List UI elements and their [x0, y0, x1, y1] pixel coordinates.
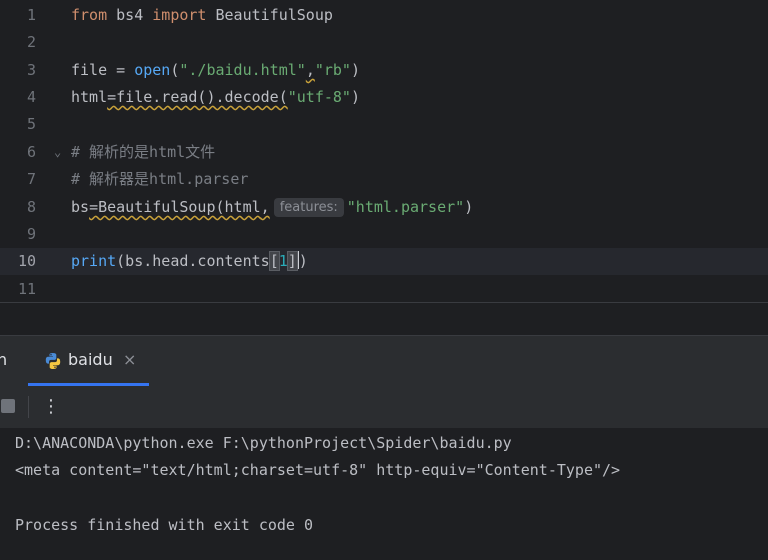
code-text[interactable]: print(bs.head.contents[1]): [71, 248, 308, 275]
code-text[interactable]: from bs4 import BeautifulSoup: [71, 2, 333, 29]
line-number: 7: [26, 170, 36, 188]
line-number: 11: [17, 280, 36, 298]
more-options-button[interactable]: ⋮: [42, 393, 60, 421]
line-number: 8: [26, 198, 36, 216]
code-line-8[interactable]: 8 bs=BeautifulSoup(html, features: "html.p…: [0, 194, 768, 221]
code-line-4[interactable]: 4 html=file.read().decode("utf-8"): [0, 84, 768, 111]
line-number: 4: [26, 88, 36, 106]
code-line-10[interactable]: 10 print(bs.head.contents[1]): [0, 248, 768, 275]
code-text[interactable]: html=file.read().decode("utf-8"): [71, 84, 360, 111]
line-number: 3: [26, 61, 36, 79]
code-line-7[interactable]: 7 # 解析器是html.parser: [0, 166, 768, 193]
code-comment[interactable]: # 解析的是html文件: [71, 139, 215, 166]
toolbar-separator: [28, 396, 29, 418]
console-line: D:\ANACONDA\python.exe F:\pythonProject\…: [15, 434, 512, 452]
tab-label: baidu: [68, 350, 113, 369]
fold-chevron-icon[interactable]: ⌄: [54, 139, 61, 166]
python-icon: [45, 353, 61, 369]
code-line-6[interactable]: 6 ⌄ # 解析的是html文件: [0, 139, 768, 166]
console-output[interactable]: D:\ANACONDA\python.exe F:\pythonProject\…: [0, 428, 768, 560]
code-line-5[interactable]: 5: [0, 111, 768, 138]
console-line: <meta content="text/html;charset=utf-8" …: [15, 461, 621, 479]
stop-button[interactable]: [1, 399, 15, 413]
line-number: 9: [26, 225, 36, 243]
code-text[interactable]: file = open("./baidu.html","rb"): [71, 57, 360, 84]
tab-partial[interactable]: n: [0, 350, 7, 369]
code-editor[interactable]: 1 from bs4 import BeautifulSoup 2 3 file…: [0, 0, 768, 302]
code-line-9[interactable]: 9: [0, 221, 768, 248]
run-toolbar: ⋮: [0, 386, 768, 428]
code-text[interactable]: bs=BeautifulSoup(html, features: "html.par…: [71, 194, 473, 221]
line-number: 6: [26, 143, 36, 161]
code-line-1[interactable]: 1 from bs4 import BeautifulSoup: [0, 2, 768, 29]
code-line-3[interactable]: 3 file = open("./baidu.html","rb"): [0, 57, 768, 84]
run-tab-bar: n baidu ×: [0, 335, 768, 386]
close-icon[interactable]: ×: [123, 350, 136, 369]
line-number: 5: [26, 115, 36, 133]
code-line-2[interactable]: 2: [0, 29, 768, 56]
panel-gap: [0, 303, 768, 335]
tab-baidu[interactable]: baidu ×: [28, 336, 149, 386]
line-number: 1: [26, 6, 36, 24]
parameter-hint: features:: [273, 198, 344, 217]
line-number: 10: [17, 252, 36, 270]
console-line: Process finished with exit code 0: [15, 516, 314, 534]
code-comment[interactable]: # 解析器是html.parser: [71, 166, 248, 193]
code-line-11[interactable]: 11: [0, 276, 768, 303]
line-number: 2: [26, 33, 36, 51]
